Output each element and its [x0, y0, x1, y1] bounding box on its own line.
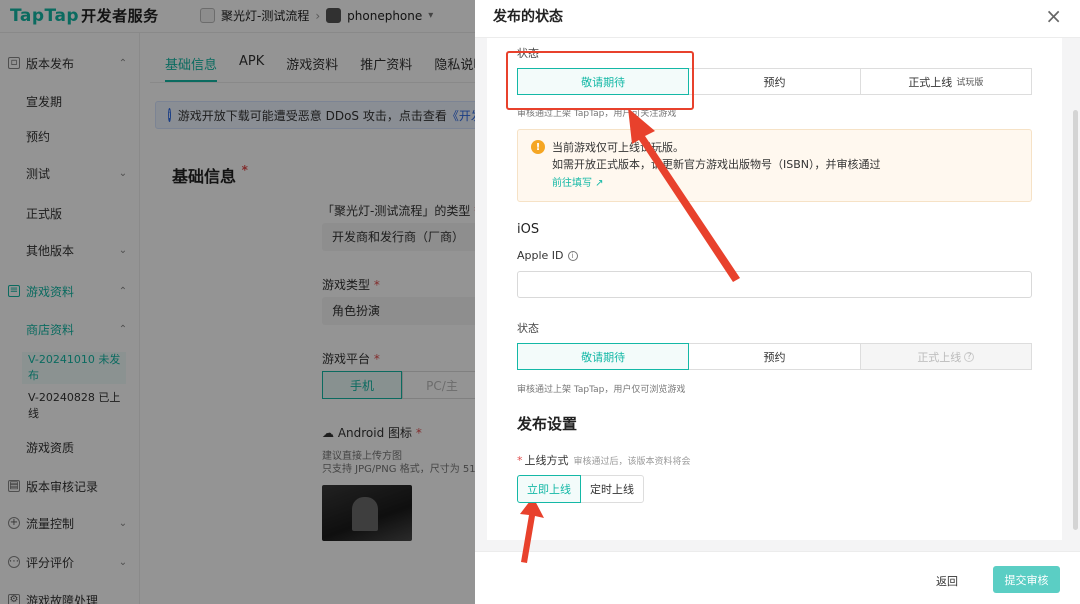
ios-status-option-reservation[interactable]: 预约 [688, 343, 861, 370]
status-option-reservation[interactable]: 预约 [688, 68, 861, 95]
android-status-selector: 敬请期待 预约 正式上线 试玩版 [517, 68, 1032, 95]
launch-mode-label: * 上线方式 审核通过后，该版本资料将会 [517, 454, 691, 467]
option-label: 正式上线 [917, 350, 962, 364]
launch-mode-hint: 审核通过后，该版本资料将会 [573, 457, 691, 467]
apple-id-input[interactable] [517, 271, 1032, 298]
option-label: 预约 [763, 350, 786, 364]
ios-status-label: 状态 [517, 322, 539, 335]
isbn-warning: ! 当前游戏仅可上线试玩版。 如需开放正式版本，请更新官方游戏出版物号（ISBN… [517, 129, 1032, 202]
ios-section-title: iOS [517, 222, 540, 237]
back-button[interactable]: 返回 [936, 573, 958, 589]
close-icon[interactable]: × [1045, 6, 1062, 26]
ios-status-selector: 敬请期待 预约 正式上线? [517, 343, 1032, 370]
status-option-official[interactable]: 正式上线 试玩版 [859, 68, 1032, 95]
info-icon[interactable]: i [567, 250, 578, 261]
publish-settings-title: 发布设置 [517, 415, 578, 433]
launch-now-option[interactable]: 立即上线 [517, 475, 581, 503]
drawer-header: 发布的状态 × [475, 0, 1080, 38]
option-label: 正式上线 [908, 75, 953, 89]
help-icon: ? [964, 351, 975, 362]
launch-scheduled-option[interactable]: 定时上线 [580, 475, 644, 503]
apple-id-label-text: Apple ID [517, 249, 564, 262]
ios-status-option-official: 正式上线? [859, 343, 1032, 370]
option-label: 敬请期待 [581, 350, 626, 364]
warning-line-1: 当前游戏仅可上线试玩版。 [552, 141, 684, 154]
launch-mode-selector: 立即上线 定时上线 [517, 475, 644, 503]
ios-status-option-coming-soon[interactable]: 敬请期待 [517, 343, 690, 370]
ios-status-hint: 审核通过上架 TapTap，用户仅可浏览游戏 [517, 385, 686, 395]
option-label: 敬请期待 [581, 75, 626, 89]
warning-link-text: 前往填写 [552, 178, 592, 189]
option-label: 预约 [763, 75, 786, 89]
drawer-title: 发布的状态 [493, 9, 563, 25]
apple-id-label: Apple ID i [517, 249, 578, 262]
launch-mode-label-text: 上线方式 [524, 454, 569, 467]
warning-line-2: 如需开放正式版本，请更新官方游戏出版物号（ISBN），并审核通过 [552, 158, 881, 171]
warning-icon: ! [531, 140, 545, 154]
drawer-footer: 返回 提交审核 [475, 551, 1080, 604]
status-option-coming-soon[interactable]: 敬请期待 [517, 68, 690, 95]
submit-review-button[interactable]: 提交审核 [993, 566, 1060, 593]
warning-link[interactable]: 前往填写 ↗ [552, 174, 604, 189]
external-link-icon: ↗ [592, 178, 604, 189]
trial-tag: 试玩版 [956, 78, 984, 88]
scrollbar[interactable] [1073, 110, 1078, 530]
